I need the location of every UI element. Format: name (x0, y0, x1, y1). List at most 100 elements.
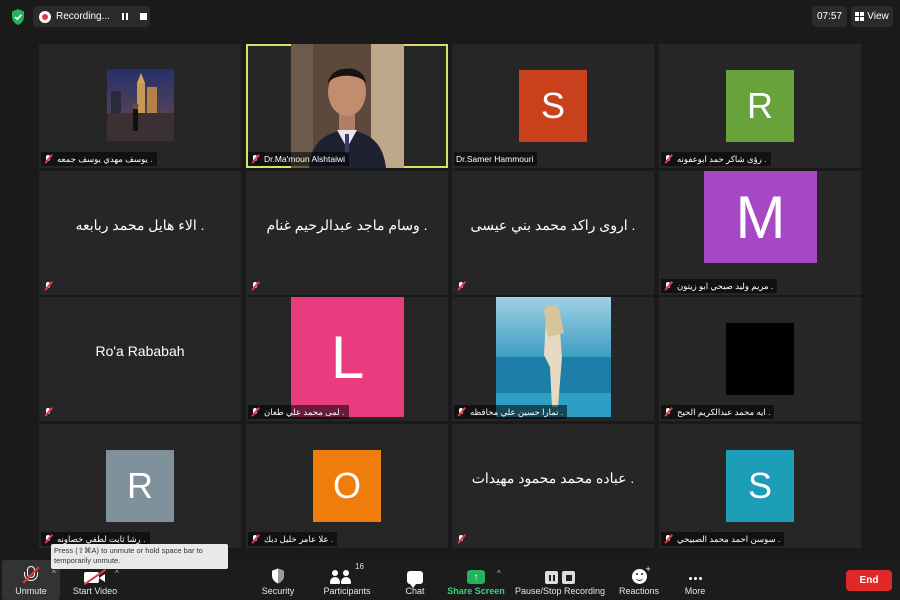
muted-mic-icon (456, 407, 466, 417)
stop-recording-icon[interactable] (136, 10, 150, 24)
participant-tile[interactable]: اروى راكد محمد بني عيسى . (452, 171, 654, 295)
participant-tile[interactable]: Dr.Ma'moun Alshtaiwi (246, 44, 448, 168)
participant-name-bar: سوسن احمد محمد الصبيحي . (661, 532, 785, 546)
recording-dot-icon (39, 10, 51, 23)
video-options-chevron-icon[interactable]: ^ (115, 569, 119, 578)
participant-name-bar: Dr.Ma'moun Alshtaiwi (248, 152, 349, 166)
participant-name-bar (41, 279, 61, 293)
pause-stop-recording-label: Pause/Stop Recording (514, 586, 606, 596)
muted-mic-icon (250, 407, 260, 417)
participant-tile[interactable]: يوسف مهدي يوسف جمعه . (39, 44, 241, 168)
participant-video-frame (496, 297, 611, 417)
muted-mic-icon (663, 281, 673, 291)
participant-avatar: S (726, 450, 794, 522)
chat-bubble-icon (407, 571, 423, 588)
participant-avatar: O (313, 450, 381, 522)
add-reaction-plus-icon: + (645, 564, 651, 574)
participant-name: سوسن احمد محمد الصبيحي . (677, 533, 781, 544)
participant-name-bar: Dr.Samer Hammouri (454, 152, 538, 166)
participant-tile[interactable]: M مريم وليد صبحي ابو زيتون . (659, 171, 861, 295)
participant-avatar: S (519, 70, 587, 142)
muted-mic-icon (456, 281, 466, 291)
participant-center-name: وسام ماجد عبدالرحيم غنام . (266, 216, 428, 233)
security-button[interactable]: Security (254, 562, 302, 600)
muted-microphone-icon (21, 566, 41, 584)
participant-avatar: L (291, 297, 404, 417)
muted-mic-icon (456, 534, 466, 544)
participant-name: رشا ثابت لطفي خصاونه . (57, 533, 146, 544)
muted-mic-icon (43, 281, 53, 291)
participant-tile[interactable]: ايه محمد عبدالكريم الحيح . (659, 297, 861, 421)
participant-name-bar: علا عامر خليل دبك . (248, 532, 338, 546)
participant-name: لمى محمد علي طعان . (264, 406, 345, 417)
end-meeting-button[interactable]: End (846, 570, 892, 591)
participant-name: علا عامر خليل دبك . (264, 533, 334, 544)
meeting-timer: 07:57 (812, 6, 847, 27)
muted-mic-icon (250, 534, 260, 544)
muted-mic-icon (663, 534, 673, 544)
meeting-top-bar: Recording... 07:57 View (0, 0, 900, 34)
security-shield-icon (272, 568, 284, 584)
participant-tile[interactable]: S Dr.Samer Hammouri (452, 44, 654, 168)
share-screen-button[interactable]: ↑ Share Screen (446, 562, 506, 600)
recording-indicator: Recording... (33, 6, 150, 27)
participant-name: Dr.Samer Hammouri (456, 154, 534, 164)
participant-name-bar (454, 279, 474, 293)
muted-mic-icon (663, 154, 673, 164)
participant-name-bar: لمى محمد علي طعان . (248, 405, 349, 419)
participant-tile[interactable]: R رشا ثابت لطفي خصاونه . (39, 424, 241, 548)
audio-options-chevron-icon[interactable]: ^ (52, 569, 56, 578)
participant-name-bar: رؤى شاكر حمد ابوعفونه . (661, 152, 771, 166)
unmute-tooltip: Press (⇧⌘A) to unmute or hold space bar … (51, 544, 228, 569)
participant-name: مريم وليد صبحي ابو زيتون . (677, 280, 774, 291)
participant-center-name: اروى راكد محمد بني عيسى . (470, 216, 636, 233)
participant-name-bar: مريم وليد صبحي ابو زيتون . (661, 279, 778, 293)
participants-icon (330, 570, 352, 584)
participant-name: ايه محمد عبدالكريم الحيح . (677, 406, 771, 417)
view-button[interactable]: View (851, 6, 893, 27)
chat-button[interactable]: Chat (398, 562, 432, 600)
participant-tile[interactable]: L لمى محمد علي طعان . (246, 297, 448, 421)
participant-tile[interactable]: الاء هايل محمد ربابعه . (39, 171, 241, 295)
more-dots-icon (688, 577, 702, 584)
muted-mic-icon (43, 154, 53, 164)
participant-name: رؤى شاكر حمد ابوعفونه . (677, 153, 767, 164)
participant-tile[interactable]: عباده محمد محمود مهيدات . (452, 424, 654, 548)
participant-name-bar (41, 405, 61, 419)
pause-stop-recording-button[interactable]: Pause/Stop Recording (512, 562, 608, 600)
participant-center-name: عباده محمد محمود مهيدات . (471, 469, 635, 486)
pause-icon (545, 571, 558, 584)
more-button[interactable]: More (680, 562, 710, 600)
participant-tile[interactable]: تمارا حسين علي محافظه . (452, 297, 654, 421)
share-options-chevron-icon[interactable]: ^ (497, 569, 501, 578)
participant-tile[interactable]: وسام ماجد عبدالرحيم غنام . (246, 171, 448, 295)
participant-avatar: R (726, 70, 794, 142)
participant-name-bar: تمارا حسين علي محافظه . (454, 405, 568, 419)
participant-avatar: M (704, 171, 817, 263)
security-label: Security (261, 586, 295, 596)
participant-tile[interactable]: S سوسن احمد محمد الصبيحي . (659, 424, 861, 548)
participant-center-name: الاء هايل محمد ربابعه . (75, 216, 205, 233)
participant-tile[interactable]: R رؤى شاكر حمد ابوعفونه . (659, 44, 861, 168)
video-off-icon (83, 568, 107, 586)
share-screen-label: Share Screen (447, 586, 505, 596)
participant-tile[interactable]: Ro'a Rababah (39, 297, 241, 421)
participant-name-bar: يوسف مهدي يوسف جمعه . (41, 152, 157, 166)
participant-tile[interactable]: O علا عامر خليل دبك . (246, 424, 448, 548)
participants-label: Participants (323, 586, 371, 596)
stop-icon (562, 571, 575, 584)
encryption-shield-icon[interactable] (10, 8, 26, 26)
recording-label: Recording... (56, 11, 110, 22)
participant-name: تمارا حسين علي محافظه . (470, 406, 564, 417)
participants-button[interactable]: 16 Participants (318, 562, 376, 600)
muted-mic-icon (250, 154, 260, 164)
pause-recording-icon[interactable] (118, 10, 132, 24)
unmute-label: Unmute (15, 586, 47, 596)
reactions-button[interactable]: + Reactions (616, 562, 662, 600)
participant-name: Dr.Ma'moun Alshtaiwi (264, 154, 345, 164)
participant-avatar (726, 323, 794, 395)
muted-mic-icon (43, 407, 53, 417)
share-screen-arrow-icon: ↑ (467, 570, 485, 584)
view-label: View (867, 11, 889, 22)
muted-mic-icon (43, 534, 53, 544)
